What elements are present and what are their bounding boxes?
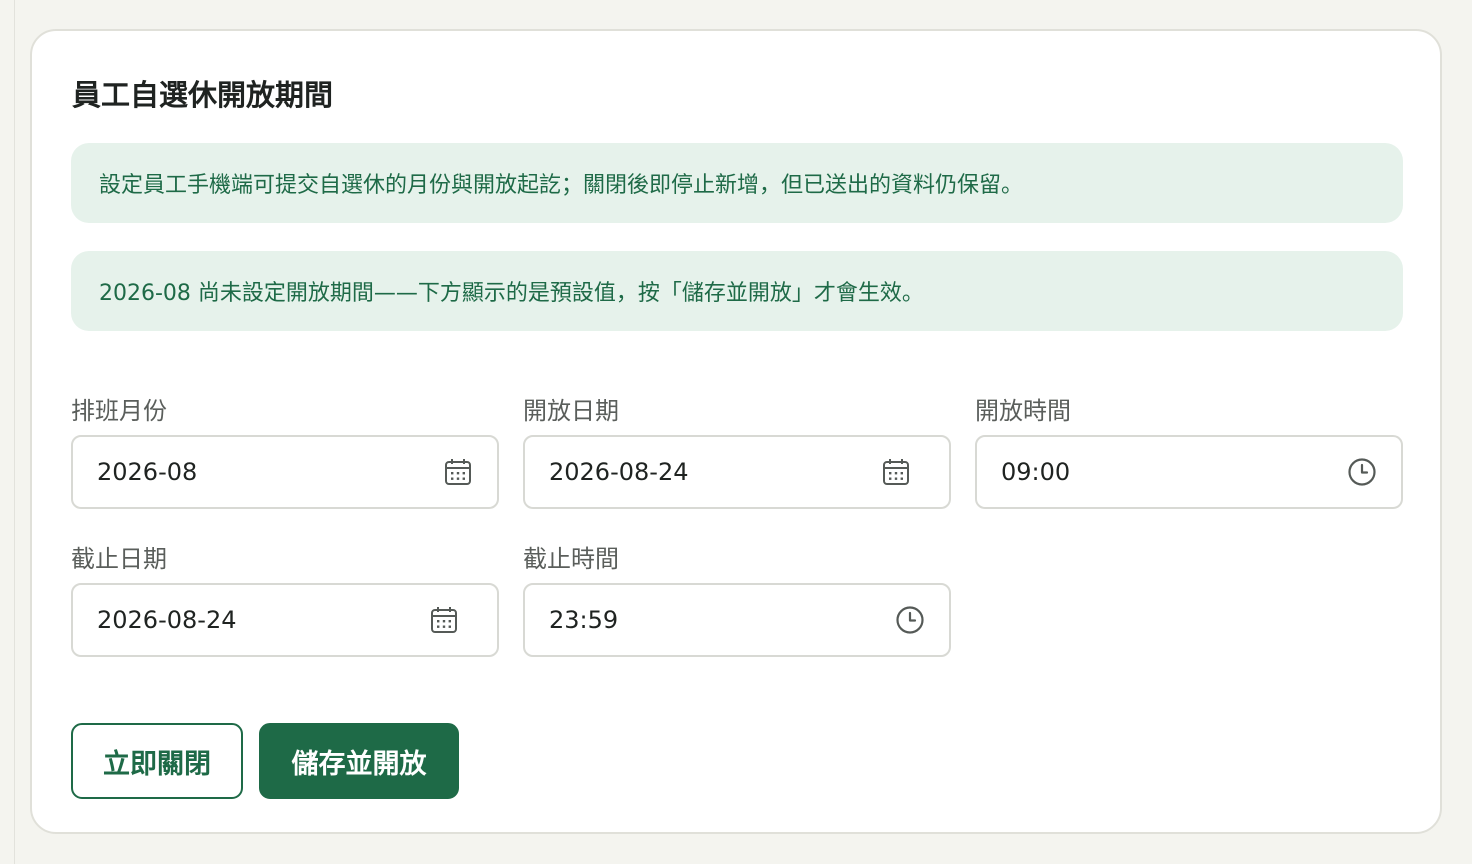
open-time-label: 開放時間 <box>975 397 1071 425</box>
open-date-label: 開放日期 <box>523 397 619 425</box>
default-values-notice-text: 2026-08 尚未設定開放期間——下方顯示的是預設值，按「儲存並開放」才會生效… <box>99 281 924 306</box>
close-now-button[interactable]: 立即關閉 <box>71 723 243 799</box>
close-date-value: 2026-08-24 <box>97 606 237 634</box>
open-date-field: 開放日期 2026-08-24 <box>523 395 951 509</box>
info-notice-text: 設定員工手機端可提交自選休的月份與開放起訖；關閉後即停止新增，但已送出的資料仍保… <box>99 173 1024 198</box>
open-time-value: 09:00 <box>1001 458 1071 486</box>
card-title: 員工自選休開放期間 <box>72 78 334 112</box>
calendar-icon[interactable] <box>429 605 459 635</box>
close-time-value: 23:59 <box>549 606 619 634</box>
schedule-month-field: 排班月份 2026-08 <box>71 395 499 509</box>
schedule-month-label: 排班月份 <box>71 397 167 425</box>
close-time-field: 截止時間 23:59 <box>523 543 951 657</box>
open-time-input[interactable]: 09:00 <box>975 435 1403 509</box>
calendar-icon[interactable] <box>443 457 473 487</box>
default-values-notice: 2026-08 尚未設定開放期間——下方顯示的是預設值，按「儲存並開放」才會生效… <box>71 251 1403 331</box>
clock-icon[interactable] <box>895 605 925 635</box>
clock-icon[interactable] <box>1347 457 1377 487</box>
open-time-field: 開放時間 09:00 <box>975 395 1403 509</box>
close-time-input[interactable]: 23:59 <box>523 583 951 657</box>
open-date-input[interactable]: 2026-08-24 <box>523 435 951 509</box>
schedule-month-value: 2026-08 <box>97 458 198 486</box>
close-date-field: 截止日期 2026-08-24 <box>71 543 499 657</box>
open-period-card: 員工自選休開放期間 設定員工手機端可提交自選休的月份與開放起訖；關閉後即停止新增… <box>30 29 1442 834</box>
close-date-label: 截止日期 <box>71 545 167 573</box>
schedule-month-input[interactable]: 2026-08 <box>71 435 499 509</box>
info-notice: 設定員工手機端可提交自選休的月份與開放起訖；關閉後即停止新增，但已送出的資料仍保… <box>71 143 1403 223</box>
open-date-value: 2026-08-24 <box>549 458 689 486</box>
page-divider <box>14 0 15 864</box>
close-time-label: 截止時間 <box>523 545 619 573</box>
calendar-icon[interactable] <box>881 457 911 487</box>
save-and-open-button[interactable]: 儲存並開放 <box>259 723 459 799</box>
close-date-input[interactable]: 2026-08-24 <box>71 583 499 657</box>
